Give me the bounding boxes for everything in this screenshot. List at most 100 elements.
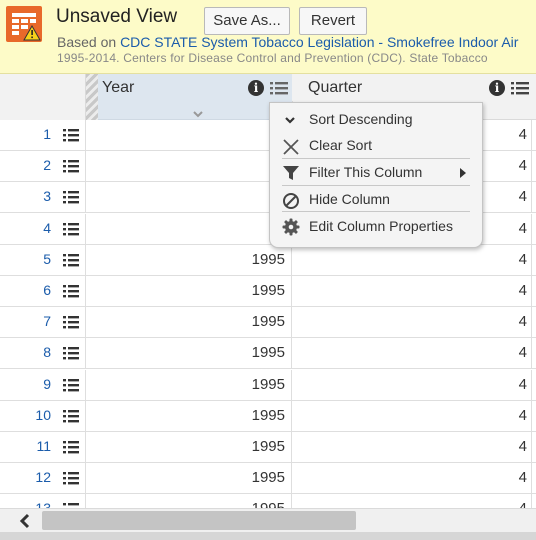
menu-item-sort-descending[interactable]: Sort Descending <box>270 107 484 131</box>
row-menu-icon[interactable] <box>63 222 79 241</box>
cell-value: 4 <box>518 219 527 237</box>
cell-value: 4 <box>518 188 527 206</box>
cell-value: 1995 <box>251 313 285 331</box>
cell-quarter[interactable]: 4 <box>292 494 532 508</box>
column-menu-icon[interactable] <box>511 81 529 95</box>
column-drag-handle[interactable] <box>86 74 98 120</box>
cell-year[interactable]: 19 <box>86 182 292 214</box>
menu-item-filter-column[interactable]: Filter This Column <box>270 160 484 184</box>
row-number-cell: 12 <box>0 463 86 495</box>
menu-item-hide-column[interactable]: Hide Column <box>270 187 484 211</box>
row-number[interactable]: 7 <box>43 313 51 329</box>
row-number[interactable]: 3 <box>43 188 51 204</box>
row-menu-icon[interactable] <box>63 253 79 272</box>
menu-separator <box>282 158 470 159</box>
table-row[interactable]: 11 1995 4 <box>0 432 536 463</box>
table-row[interactable]: 6 1995 4 <box>0 276 536 307</box>
table-row[interactable]: 10 1995 4 <box>0 400 536 432</box>
row-menu-icon[interactable] <box>63 315 79 334</box>
menu-item-label: Sort Descending <box>309 111 413 127</box>
cell-year[interactable]: 19 <box>86 151 292 183</box>
menu-item-edit-column-properties[interactable]: Edit Column Properties <box>270 214 484 238</box>
cell-value: 4 <box>518 438 527 455</box>
row-menu-icon[interactable] <box>63 471 79 490</box>
info-icon[interactable]: i <box>489 80 505 96</box>
row-menu-icon[interactable] <box>63 409 79 428</box>
row-number[interactable]: 1 <box>43 126 51 142</box>
row-number-cell: 4 <box>0 213 86 245</box>
cell-year[interactable]: 1995 <box>86 307 292 339</box>
row-number-cell: 5 <box>0 244 86 276</box>
menu-item-clear-sort[interactable]: Clear Sort <box>270 133 484 157</box>
cell-quarter[interactable]: 4 <box>292 307 532 339</box>
cell-value: 1995 <box>252 500 285 508</box>
row-number[interactable]: 5 <box>43 251 51 267</box>
cell-quarter[interactable]: 4 <box>292 338 532 370</box>
revert-button[interactable]: Revert <box>299 7 367 35</box>
row-number-cell: 3 <box>0 182 86 214</box>
column-menu-icon[interactable] <box>270 81 288 95</box>
cell-quarter[interactable]: 4 <box>292 244 532 276</box>
column-header-quarter[interactable]: Quarter i <box>293 74 536 102</box>
info-icon[interactable]: i <box>248 80 264 96</box>
cell-value: 4 <box>518 250 527 268</box>
row-menu-icon[interactable] <box>63 346 79 365</box>
row-number[interactable]: 2 <box>43 157 51 173</box>
table-row[interactable]: 7 1995 4 <box>0 307 536 339</box>
row-number[interactable]: 10 <box>35 407 51 423</box>
cell-year[interactable]: 1995 <box>86 463 292 495</box>
table-row[interactable]: 9 1995 4 <box>0 369 536 401</box>
row-menu-icon[interactable] <box>63 284 79 303</box>
x-icon <box>282 137 300 155</box>
menu-separator <box>282 185 470 186</box>
attribution-text: 1995-2014. Centers for Disease Control a… <box>57 51 488 65</box>
menu-item-label: Edit Column Properties <box>309 218 453 234</box>
table-row[interactable]: 13 1995 4 <box>0 494 536 508</box>
table-row[interactable]: 8 1995 4 <box>0 338 536 370</box>
cell-quarter[interactable]: 4 <box>292 369 532 401</box>
row-number[interactable]: 11 <box>36 438 51 454</box>
row-menu-icon[interactable] <box>63 128 79 147</box>
column-label-quarter: Quarter <box>308 79 363 96</box>
cell-quarter[interactable]: 4 <box>292 400 532 432</box>
row-number-cell: 7 <box>0 307 86 339</box>
cell-year[interactable]: 19 <box>86 213 292 245</box>
table-row[interactable]: 5 1995 4 <box>0 244 536 276</box>
dataset-link[interactable]: CDC STATE System Tobacco Legislation - S… <box>120 34 518 50</box>
row-number[interactable]: 6 <box>43 282 51 298</box>
cell-value: 1995 <box>251 375 285 393</box>
cell-value: 4 <box>518 406 527 424</box>
cell-year[interactable]: 1995 <box>86 400 292 432</box>
row-menu-icon[interactable] <box>63 378 79 397</box>
row-menu-icon[interactable] <box>63 440 79 459</box>
horizontal-scrollbar[interactable] <box>0 508 536 532</box>
scroll-left-arrow-icon[interactable] <box>16 511 34 531</box>
row-number-cell: 9 <box>0 369 86 401</box>
cell-quarter[interactable]: 4 <box>292 432 532 463</box>
row-number[interactable]: 13 <box>35 500 51 508</box>
dataset-view-icon <box>6 6 42 42</box>
cell-year[interactable]: 1995 <box>86 244 292 276</box>
column-header-year[interactable]: Year i <box>98 74 292 102</box>
row-number[interactable]: 8 <box>43 344 51 360</box>
cell-year[interactable]: 1995 <box>86 494 292 508</box>
menu-item-label: Hide Column <box>309 191 390 207</box>
cell-value: 1995 <box>251 344 285 362</box>
row-menu-icon[interactable] <box>63 190 79 209</box>
save-as-button[interactable]: Save As... <box>204 7 290 35</box>
cell-year[interactable]: 1995 <box>86 369 292 401</box>
cell-year[interactable]: 19 <box>86 120 292 151</box>
cell-year[interactable]: 1995 <box>86 338 292 370</box>
row-number[interactable]: 12 <box>35 469 51 485</box>
cell-year[interactable]: 1995 <box>86 276 292 307</box>
scroll-thumb[interactable] <box>42 511 356 530</box>
cell-quarter[interactable]: 4 <box>292 463 532 495</box>
row-number[interactable]: 9 <box>43 376 51 392</box>
cell-year[interactable]: 1995 <box>86 432 292 463</box>
row-number[interactable]: 4 <box>43 220 51 236</box>
menu-item-label: Filter This Column <box>309 164 423 180</box>
cell-quarter[interactable]: 4 <box>292 276 532 307</box>
table-row[interactable]: 12 1995 4 <box>0 463 536 495</box>
view-header: Unsaved View Save As... Revert Based on … <box>0 0 536 74</box>
row-menu-icon[interactable] <box>63 159 79 178</box>
